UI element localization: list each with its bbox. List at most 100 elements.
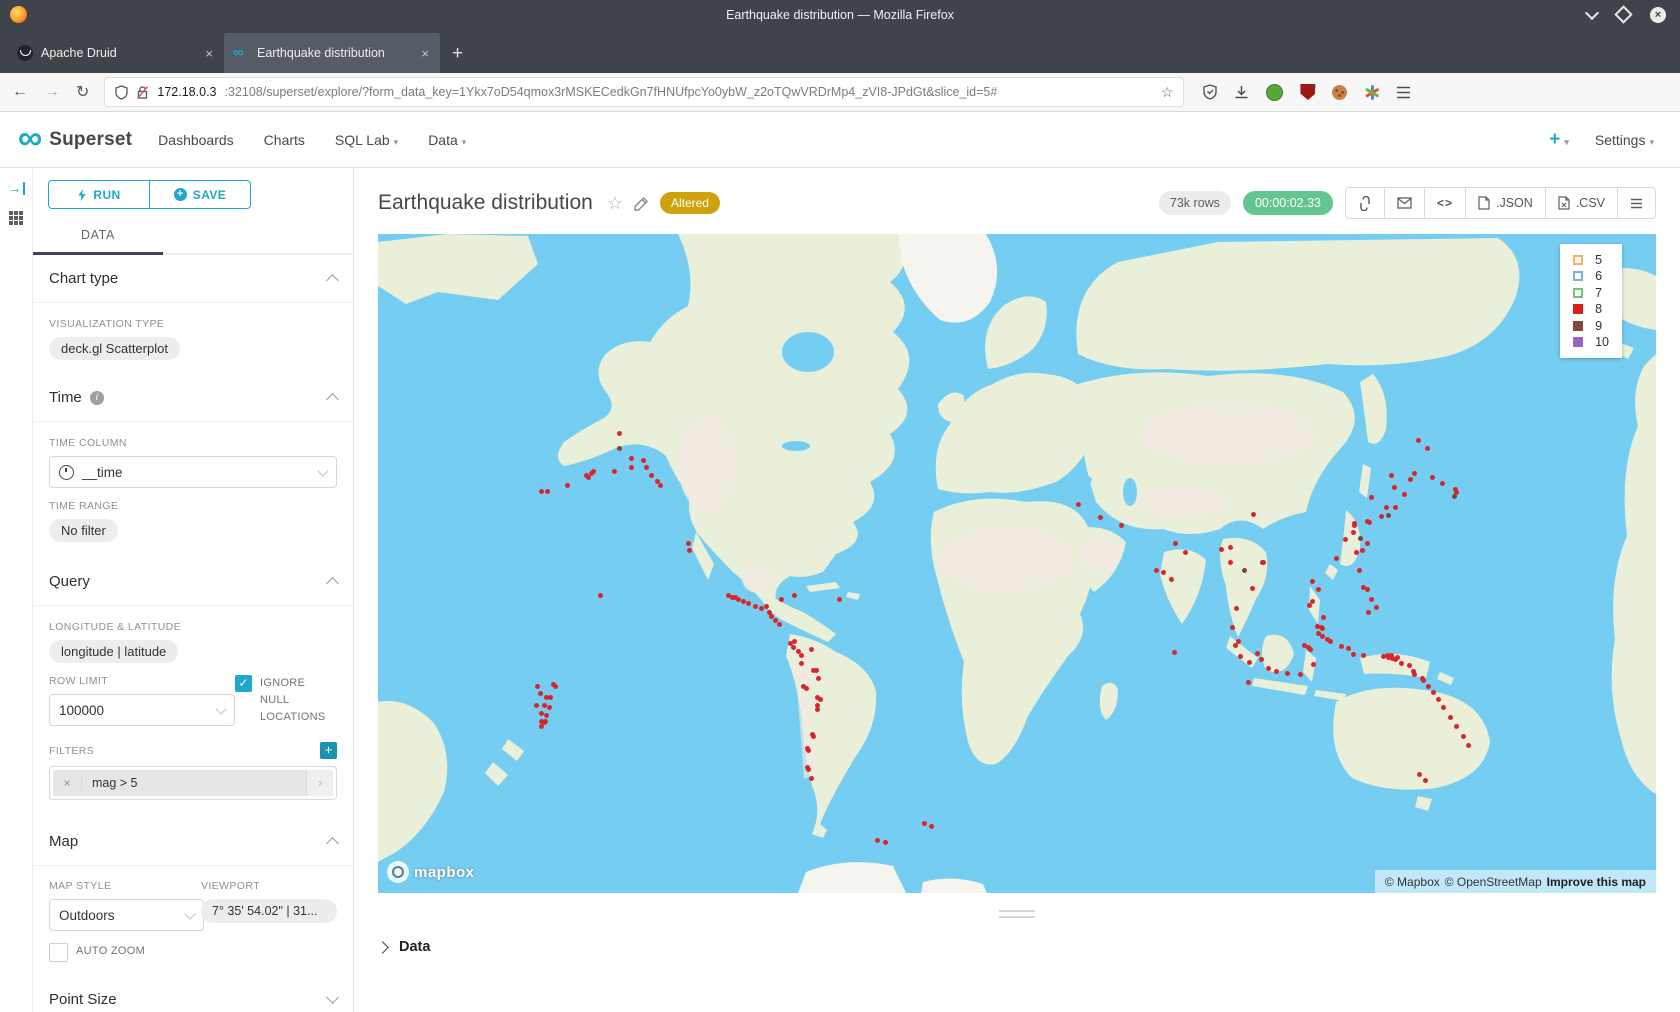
pocket-shield-icon[interactable] (1203, 84, 1217, 100)
mapbox-logo[interactable]: mapbox (387, 861, 475, 883)
embed-code-button[interactable]: <> (1424, 188, 1465, 218)
new-tab-button[interactable]: + (452, 43, 463, 65)
magnitude-legend: 5 6 7 8 9 10 (1560, 244, 1622, 358)
window-close-icon[interactable]: × (1650, 7, 1666, 23)
chevron-down-icon: ▾ (394, 137, 399, 147)
remove-filter-icon[interactable]: × (53, 776, 82, 790)
copy-link-button[interactable] (1346, 188, 1384, 218)
tab-apache-druid[interactable]: Apache Druid × (8, 33, 224, 73)
add-new-button[interactable]: +▾ (1549, 129, 1569, 151)
browser-tab-bar: Apache Druid × ∞ Earthquake distribution… (0, 29, 1680, 73)
dataset-grid-icon[interactable] (9, 211, 23, 225)
earthquake-point (598, 593, 603, 598)
run-button[interactable]: RUN (49, 181, 149, 208)
auto-zoom-checkbox[interactable] (49, 943, 68, 962)
deckgl-scatter-map[interactable]: 5678910 mapbox © Mapbox © OpenStreetMap … (378, 234, 1656, 893)
chart-menu-button[interactable] (1617, 188, 1655, 218)
filters-label: FILTERS (49, 745, 94, 757)
lonlat-value[interactable]: longitude | latitude (49, 640, 178, 663)
tab-close-icon[interactable]: × (203, 46, 215, 61)
attribution-improve-link[interactable]: Improve this map (1547, 875, 1646, 889)
back-button[interactable]: ← (12, 83, 28, 101)
edit-pencil-icon[interactable] (634, 196, 649, 211)
chevron-down-icon (184, 908, 195, 919)
chevron-down-icon: ▾ (462, 137, 467, 147)
legend-row[interactable]: 6 (1573, 270, 1609, 283)
firefox-logo-icon (10, 6, 27, 23)
legend-row[interactable]: 8 (1573, 303, 1609, 316)
legend-row[interactable]: 10 (1573, 336, 1609, 349)
earthquake-point (1408, 477, 1413, 482)
bookmark-star-icon[interactable]: ☆ (1161, 84, 1174, 101)
nav-item-dashboards[interactable]: Dashboards (158, 132, 234, 148)
chevron-right-icon (376, 941, 389, 954)
ignore-null-checkbox[interactable]: ✓ (235, 675, 252, 692)
window-maximize-icon[interactable] (1614, 5, 1632, 23)
download-icon[interactable] (1234, 85, 1249, 100)
tab-earthquake-distribution[interactable]: ∞ Earthquake distribution × (224, 33, 440, 73)
altered-badge[interactable]: Altered (660, 192, 720, 214)
ublock-origin-icon[interactable]: 2 (1300, 84, 1315, 100)
reload-button[interactable]: ↻ (76, 82, 89, 102)
earthquake-point (1351, 652, 1356, 657)
earthquake-point (1412, 672, 1417, 677)
superset-logo[interactable]: ∞ Superset (18, 127, 132, 153)
email-button[interactable] (1384, 188, 1424, 218)
run-save-button-group: RUN + SAVE (48, 180, 251, 209)
info-icon: i (90, 391, 104, 405)
shield-permissions-icon[interactable] (115, 85, 128, 100)
window-minimize-icon[interactable] (1585, 5, 1599, 19)
earthquake-point (1219, 547, 1224, 552)
privacy-badger-icon[interactable] (1266, 84, 1283, 101)
panel-resize-handle[interactable] (378, 893, 1656, 935)
time-range-value[interactable]: No filter (49, 519, 118, 542)
earthquake-point (1250, 586, 1255, 591)
legend-row[interactable]: 7 (1573, 286, 1609, 299)
legend-label: 10 (1595, 335, 1609, 349)
section-time[interactable]: Time i (33, 374, 353, 422)
save-button[interactable]: + SAVE (149, 181, 250, 208)
collapse-panel-icon[interactable]: → (8, 180, 25, 196)
earthquake-point (1384, 505, 1389, 510)
export-csv-button[interactable]: .CSV (1545, 188, 1617, 218)
file-icon (1478, 196, 1490, 210)
earthquake-point (1448, 715, 1453, 720)
section-chart-type[interactable]: Chart type (33, 255, 353, 303)
data-results-collapse[interactable]: Data (378, 939, 1680, 955)
legend-label: 9 (1595, 319, 1602, 333)
add-filter-button[interactable]: + (320, 742, 337, 759)
menu-hamburger-icon[interactable] (1396, 86, 1411, 99)
insecure-lock-icon[interactable] (136, 85, 149, 100)
tab-data[interactable]: DATA (81, 228, 115, 242)
time-column-select[interactable]: __time (49, 456, 337, 488)
favorite-star-icon[interactable]: ☆ (607, 193, 623, 214)
brand-name: Superset (49, 129, 132, 151)
earthquake-point (1351, 530, 1356, 535)
attribution-osm[interactable]: © OpenStreetMap (1445, 875, 1542, 889)
url-bar[interactable]: 172.18.0.3 :32108/superset/explore/?form… (105, 78, 1183, 106)
tab-close-icon[interactable]: × (419, 46, 431, 61)
nav-item-data[interactable]: Data▾ (428, 132, 466, 148)
viewport-value[interactable]: 7° 35' 54.02" | 31... (201, 899, 337, 923)
attribution-mapbox[interactable]: © Mapbox (1385, 875, 1440, 889)
expand-filter-icon[interactable]: › (306, 770, 333, 796)
visualization-type-value[interactable]: deck.gl Scatterplot (49, 337, 180, 360)
export-json-button[interactable]: .JSON (1465, 188, 1545, 218)
filter-item[interactable]: × mag > 5 › (53, 770, 333, 796)
row-limit-select[interactable]: 100000 (49, 694, 235, 726)
map-style-select[interactable]: Outdoors (49, 899, 204, 931)
world-basemap (378, 234, 1656, 893)
settings-menu[interactable]: Settings▾ (1595, 132, 1654, 148)
legend-row[interactable]: 9 (1573, 319, 1609, 332)
chevron-up-icon (326, 577, 339, 590)
section-query[interactable]: Query (33, 558, 353, 606)
legend-label: 7 (1595, 286, 1602, 300)
nav-item-sql-lab[interactable]: SQL Lab▾ (335, 132, 398, 148)
cookie-extension-icon[interactable] (1332, 85, 1347, 100)
forward-button[interactable]: → (44, 83, 60, 101)
section-point-size[interactable]: Point Size (33, 976, 353, 1012)
legend-row[interactable]: 5 (1573, 253, 1609, 266)
extension-asterisk-icon[interactable] (1364, 85, 1379, 100)
nav-item-charts[interactable]: Charts (264, 132, 305, 148)
section-map[interactable]: Map (33, 818, 353, 866)
